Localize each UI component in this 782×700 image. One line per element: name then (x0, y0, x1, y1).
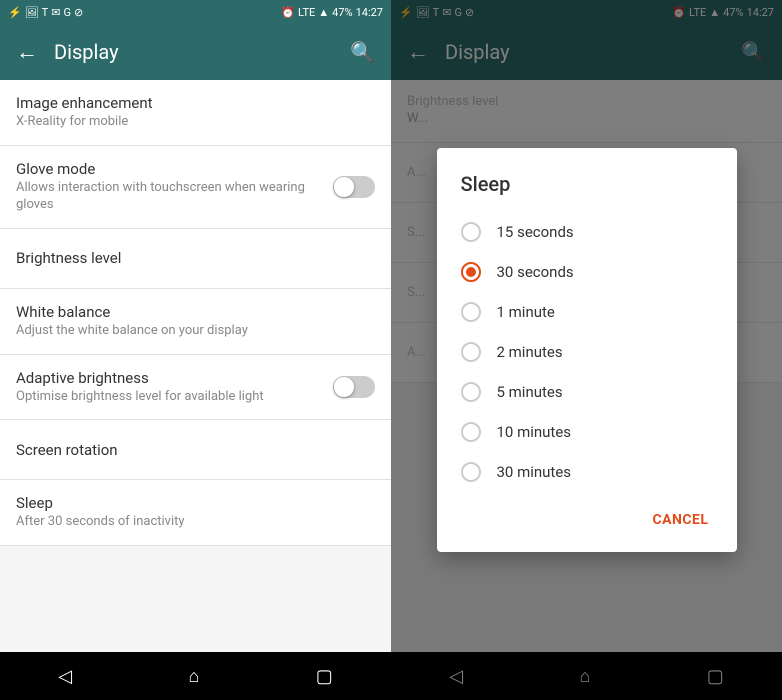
image-enhancement-title: Image enhancement (16, 94, 375, 112)
settings-item-screen-rotation[interactable]: Screen rotation (0, 420, 391, 480)
option-30min[interactable]: 30 minutes (437, 452, 737, 492)
settings-item-sleep[interactable]: Sleep After 30 seconds of inactivity (0, 480, 391, 546)
settings-item-white-balance[interactable]: White balance Adjust the white balance o… (0, 289, 391, 355)
option-1min-label: 1 minute (497, 303, 555, 321)
t-icon: T (42, 6, 49, 19)
sleep-dialog: Sleep 15 seconds 30 seconds 1 minute 2 m… (437, 148, 737, 552)
option-2min-label: 2 minutes (497, 343, 563, 361)
left-status-bar: ⚡ 🖼 T ✉ G ⊘ ⏰ LTE ▲ 47% 14:27 (0, 0, 391, 24)
radio-30sec (461, 262, 481, 282)
sleep-subtitle: After 30 seconds of inactivity (16, 514, 375, 531)
cancel-button[interactable]: CANCEL (640, 504, 720, 536)
radio-2min (461, 342, 481, 362)
glove-mode-toggle-knob (334, 177, 354, 197)
sleep-title: Sleep (16, 494, 375, 512)
image-icon: 🖼 (25, 6, 39, 19)
left-search-button[interactable]: 🔍 (350, 40, 375, 64)
brightness-title: Brightness level (16, 249, 375, 267)
alarm-icon: ⏰ (281, 6, 295, 19)
option-5min-label: 5 minutes (497, 383, 563, 401)
lte-icon: LTE (298, 6, 315, 19)
option-2min[interactable]: 2 minutes (437, 332, 737, 372)
left-time: 14:27 (356, 6, 383, 19)
wifi-icon: ⚡ (8, 6, 22, 19)
glove-mode-title: Glove mode (16, 160, 333, 178)
dialog-title: Sleep (437, 172, 737, 212)
right-panel: ⚡ 🖼 T ✉ G ⊘ ⏰ LTE ▲ 47% 14:27 ← Display … (391, 0, 782, 700)
option-1min[interactable]: 1 minute (437, 292, 737, 332)
mail-icon: ✉ (51, 6, 60, 19)
adaptive-brightness-title: Adaptive brightness (16, 369, 333, 387)
adaptive-brightness-toggle-knob (334, 377, 354, 397)
option-10min-label: 10 minutes (497, 423, 572, 441)
option-30sec-label: 30 seconds (497, 263, 574, 281)
radio-15sec (461, 222, 481, 242)
settings-item-glove-mode[interactable]: Glove mode Allows interaction with touch… (0, 146, 391, 229)
glove-mode-subtitle: Allows interaction with touchscreen when… (16, 180, 333, 214)
left-toolbar-title: Display (54, 40, 334, 64)
left-toolbar: ← Display 🔍 (0, 24, 391, 80)
settings-item-adaptive-brightness[interactable]: Adaptive brightness Optimise brightness … (0, 355, 391, 421)
maps-icon: G (63, 6, 71, 19)
image-enhancement-subtitle: X-Reality for mobile (16, 114, 375, 131)
radio-5min (461, 382, 481, 402)
left-nav-recent[interactable]: ▢ (316, 666, 333, 687)
screen-rotation-title: Screen rotation (16, 441, 375, 459)
radio-30min (461, 462, 481, 482)
left-nav-home[interactable]: ⌂ (188, 666, 199, 687)
dialog-actions: CANCEL (437, 496, 737, 544)
left-status-icons: ⚡ 🖼 T ✉ G ⊘ (8, 6, 83, 19)
option-15sec-label: 15 seconds (497, 223, 574, 241)
glove-mode-toggle[interactable] (333, 176, 375, 198)
settings-item-image-enhancement[interactable]: Image enhancement X-Reality for mobile (0, 80, 391, 146)
left-settings-list: Image enhancement X-Reality for mobile G… (0, 80, 391, 652)
white-balance-title: White balance (16, 303, 375, 321)
settings-item-brightness[interactable]: Brightness level (0, 229, 391, 289)
option-30min-label: 30 minutes (497, 463, 572, 481)
left-status-right: ⏰ LTE ▲ 47% 14:27 (281, 6, 383, 19)
radio-10min (461, 422, 481, 442)
radio-1min (461, 302, 481, 322)
lock-icon: ⊘ (74, 6, 83, 19)
dialog-overlay: Sleep 15 seconds 30 seconds 1 minute 2 m… (391, 0, 782, 700)
left-nav-bar: ◁ ⌂ ▢ (0, 652, 391, 700)
adaptive-brightness-subtitle: Optimise brightness level for available … (16, 389, 333, 406)
white-balance-subtitle: Adjust the white balance on your display (16, 323, 375, 340)
option-15sec[interactable]: 15 seconds (437, 212, 737, 252)
radio-30sec-inner (466, 267, 476, 277)
option-30sec[interactable]: 30 seconds (437, 252, 737, 292)
option-5min[interactable]: 5 minutes (437, 372, 737, 412)
signal-icon: ▲ (318, 6, 329, 19)
battery-icon: 47% (332, 6, 352, 19)
left-panel: ⚡ 🖼 T ✉ G ⊘ ⏰ LTE ▲ 47% 14:27 ← Display … (0, 0, 391, 700)
left-nav-back[interactable]: ◁ (58, 666, 72, 687)
adaptive-brightness-toggle[interactable] (333, 376, 375, 398)
left-back-button[interactable]: ← (16, 39, 38, 65)
option-10min[interactable]: 10 minutes (437, 412, 737, 452)
